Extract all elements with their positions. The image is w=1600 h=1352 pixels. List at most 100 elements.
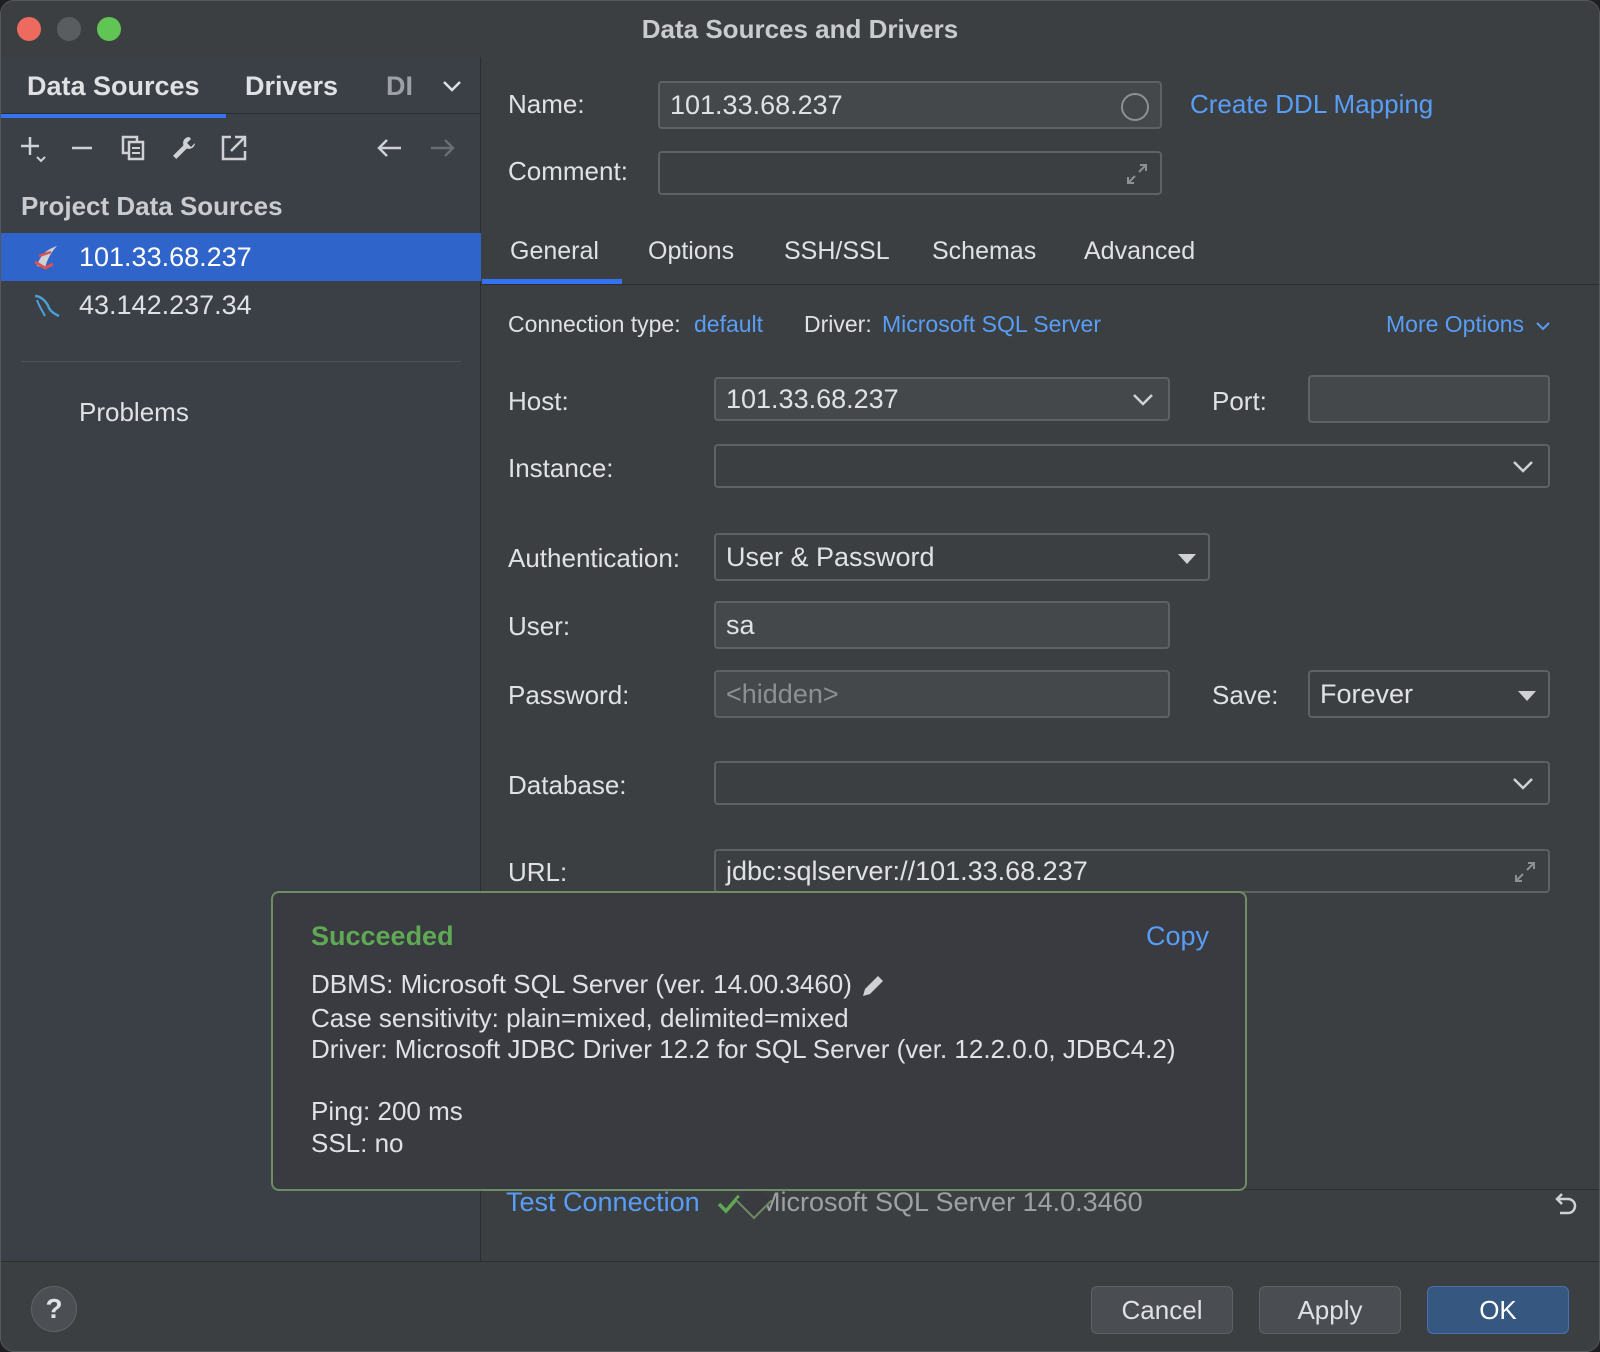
tab-general[interactable]: General — [510, 237, 599, 266]
dropdown-triangle-icon — [1178, 554, 1196, 564]
comment-label: Comment: — [508, 156, 628, 186]
tab-ssh-ssl[interactable]: SSH/SSL — [784, 237, 890, 266]
name-field-value: 101.33.68.237 — [670, 89, 843, 120]
window-controls — [17, 17, 121, 41]
user-label: User: — [508, 611, 571, 641]
authentication-select[interactable]: User & Password — [714, 533, 1210, 581]
save-label: Save: — [1212, 680, 1279, 710]
pencil-icon[interactable] — [859, 972, 887, 1000]
expand-icon[interactable] — [1512, 859, 1538, 885]
left-divider — [21, 361, 461, 362]
url-field-value: jdbc:sqlserver://101.33.68.237 — [726, 855, 1088, 886]
help-button[interactable]: ? — [31, 1286, 77, 1332]
name-field[interactable]: 101.33.68.237 — [658, 81, 1162, 129]
port-field[interactable] — [1308, 375, 1550, 423]
comment-field[interactable] — [658, 151, 1162, 195]
maximize-window-button[interactable] — [97, 17, 121, 41]
connection-type-link[interactable]: default — [694, 311, 763, 338]
url-field[interactable]: jdbc:sqlserver://101.33.68.237 — [714, 849, 1550, 893]
wrench-icon[interactable] — [169, 133, 199, 163]
remove-icon[interactable] — [67, 133, 97, 163]
data-source-item[interactable]: 101.33.68.237 — [1, 233, 481, 281]
case-sensitivity-info: Case sensitivity: plain=mixed, delimited… — [311, 1003, 849, 1033]
window-title: Data Sources and Drivers — [641, 13, 959, 44]
back-arrow-icon[interactable] — [375, 133, 405, 163]
user-field-value: sa — [726, 609, 755, 640]
authentication-label: Authentication: — [508, 543, 681, 573]
dropdown-triangle-icon — [1518, 691, 1536, 701]
close-window-button[interactable] — [17, 17, 41, 41]
minimize-window-button[interactable] — [57, 17, 81, 41]
problems-item[interactable]: Problems — [79, 397, 189, 428]
save-value: Forever — [1320, 678, 1414, 709]
password-placeholder: <hidden> — [726, 678, 839, 709]
sql-server-icon — [34, 246, 57, 270]
test-result-text: Microsoft SQL Server 14.0.3460 — [758, 1187, 1143, 1217]
create-ddl-mapping-link[interactable]: Create DDL Mapping — [1190, 89, 1433, 120]
data-source-item[interactable]: 43.142.237.34 — [1, 281, 481, 329]
left-tab-bar: Data Sources Drivers DI — [1, 57, 480, 118]
dialog-footer: ? Cancel Apply OK — [1, 1261, 1599, 1351]
dbms-info: DBMS: Microsoft SQL Server (ver. 14.00.3… — [311, 969, 887, 1000]
tab-advanced[interactable]: Advanced — [1084, 237, 1195, 266]
more-options-label: More Options — [1386, 311, 1525, 337]
connection-type-label: Connection type: — [508, 311, 681, 337]
jump-to-icon[interactable] — [219, 133, 249, 163]
ping-info: Ping: 200 ms — [311, 1096, 463, 1126]
name-label: Name: — [508, 89, 585, 119]
host-field[interactable]: 101.33.68.237 — [714, 377, 1170, 421]
copy-link[interactable]: Copy — [1146, 921, 1209, 952]
url-label: URL: — [508, 857, 568, 887]
tab-options[interactable]: Options — [648, 237, 734, 266]
tab-drivers[interactable]: Drivers — [245, 57, 338, 102]
authentication-value: User & Password — [726, 541, 935, 572]
apply-button[interactable]: Apply — [1259, 1286, 1401, 1334]
database-field[interactable] — [714, 761, 1550, 805]
tab-ddl-truncated[interactable]: DI — [386, 57, 418, 102]
driver-info: Driver: Microsoft JDBC Driver 12.2 for S… — [311, 1034, 1176, 1064]
chevron-down-icon — [1536, 322, 1551, 331]
data-source-label: 101.33.68.237 — [79, 241, 252, 272]
port-label: Port: — [1212, 386, 1267, 416]
password-label: Password: — [508, 680, 630, 710]
settings-tab-bar: General Options SSH/SSL Schemas Advanced — [482, 227, 1599, 285]
cancel-button[interactable]: Cancel — [1091, 1286, 1233, 1334]
active-tab-indicator — [482, 279, 622, 284]
project-data-sources-header: Project Data Sources — [21, 191, 283, 221]
chevron-down-icon[interactable] — [441, 75, 463, 97]
connection-result-popup: Succeeded Copy DBMS: Microsoft SQL Serve… — [271, 891, 1247, 1191]
tab-data-sources[interactable]: Data Sources — [1, 57, 226, 118]
chevron-down-icon[interactable] — [1510, 453, 1536, 479]
add-icon[interactable] — [17, 133, 47, 163]
expand-icon[interactable] — [1124, 161, 1150, 187]
tab-schemas[interactable]: Schemas — [932, 237, 1036, 266]
data-source-toolbar — [1, 123, 481, 173]
host-field-value: 101.33.68.237 — [726, 383, 899, 414]
save-select[interactable]: Forever — [1308, 670, 1550, 718]
more-options-link[interactable]: More Options — [1386, 311, 1552, 338]
chevron-down-icon[interactable] — [1510, 770, 1536, 796]
dialog-window: Data Sources and Drivers Data Sources Dr… — [0, 0, 1600, 1352]
instance-field[interactable] — [714, 444, 1550, 488]
title-bar: Data Sources and Drivers — [1, 1, 1599, 57]
driver-label: Driver: — [804, 311, 872, 337]
instance-label: Instance: — [508, 453, 614, 483]
color-circle-icon[interactable] — [1120, 92, 1150, 122]
data-source-label: 43.142.237.34 — [79, 289, 252, 320]
revert-icon[interactable] — [1550, 1189, 1580, 1219]
host-label: Host: — [508, 386, 569, 416]
forward-arrow-icon[interactable] — [427, 133, 457, 163]
status-succeeded: Succeeded — [311, 921, 454, 951]
password-field[interactable]: <hidden> — [714, 670, 1170, 718]
ok-button[interactable]: OK — [1427, 1286, 1569, 1334]
chevron-down-icon[interactable] — [1130, 386, 1156, 412]
database-label: Database: — [508, 770, 627, 800]
tab-divider — [1, 113, 481, 114]
driver-link[interactable]: Microsoft SQL Server — [882, 311, 1101, 338]
duplicate-icon[interactable] — [119, 133, 149, 163]
mysql-dolphin-icon — [34, 294, 60, 318]
test-connection-button[interactable]: Test Connection — [506, 1187, 700, 1218]
ssl-info: SSL: no — [311, 1128, 404, 1158]
dbms-text: DBMS: Microsoft SQL Server (ver. 14.00.3… — [311, 969, 852, 999]
user-field[interactable]: sa — [714, 601, 1170, 649]
